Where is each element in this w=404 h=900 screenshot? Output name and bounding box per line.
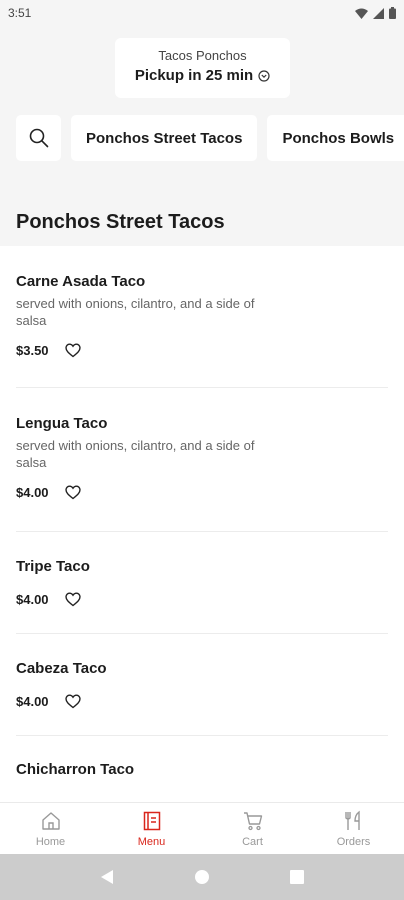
item-footer: $4.00 [16, 592, 388, 607]
heart-icon[interactable] [64, 343, 81, 358]
item-name: Chicharron Taco [16, 761, 135, 778]
item-name: Cabeza Taco [16, 660, 107, 677]
search-button[interactable] [16, 115, 61, 161]
nav-label-cart: Cart [242, 836, 263, 848]
nav-item-orders[interactable]: Orders [303, 803, 404, 854]
menu-item[interactable]: Lengua Taco served with onions, cilantro… [16, 388, 388, 532]
item-description: served with onions, cilantro, and a side… [16, 296, 255, 328]
item-description: served with onions, cilantro, and a side… [16, 438, 255, 470]
status-bar: 3:51 [0, 0, 404, 26]
search-icon [29, 128, 48, 148]
menu-icon [143, 811, 160, 831]
item-price: $3.50 [16, 343, 49, 358]
nav-label-menu: Menu [137, 836, 166, 848]
item-name: Lengua Taco [16, 415, 108, 432]
menu-item[interactable]: Tripe Taco $4.00 [16, 532, 388, 634]
chevron-down-icon [258, 69, 270, 82]
nav-item-home[interactable]: Home [0, 803, 101, 854]
nav-item-cart[interactable]: Cart [202, 803, 303, 854]
back-icon[interactable] [100, 869, 114, 885]
item-name: Tripe Taco [16, 558, 90, 575]
heart-icon[interactable] [64, 694, 81, 709]
home-icon [41, 812, 60, 830]
wifi-icon [355, 8, 368, 19]
item-footer: $3.50 [16, 343, 388, 358]
nav-label-orders: Orders [336, 836, 371, 848]
orders-icon [344, 810, 360, 830]
bottom-nav: Home Menu Cart Orders [0, 802, 404, 854]
store-name: Tacos Ponchos [158, 48, 247, 63]
recents-icon[interactable] [290, 870, 304, 884]
category-bar: Ponchos Street Tacos Ponchos Bowls [16, 115, 404, 161]
category-chip-street-tacos[interactable]: Ponchos Street Tacos [71, 115, 258, 161]
item-footer: $4.00 [16, 485, 388, 500]
heart-icon[interactable] [64, 592, 81, 607]
menu-list: Carne Asada Taco served with onions, cil… [0, 246, 404, 802]
nav-label-home: Home [35, 836, 66, 848]
menu-item[interactable]: Cabeza Taco $4.00 [16, 634, 388, 736]
category-chip-bowls[interactable]: Ponchos Bowls [267, 115, 404, 161]
menu-item[interactable]: Chicharron Taco [16, 736, 388, 802]
item-price: $4.00 [16, 592, 49, 607]
pickup-label: Pickup in 25 min [134, 67, 254, 84]
menu-item[interactable]: Carne Asada Taco served with onions, cil… [16, 246, 388, 388]
pickup-card[interactable]: Tacos Ponchos Pickup in 25 min [115, 38, 290, 98]
heart-icon[interactable] [64, 485, 81, 500]
item-footer: $4.00 [16, 694, 388, 709]
signal-icon [373, 7, 384, 19]
nav-item-menu[interactable]: Menu [101, 803, 202, 854]
item-name: Carne Asada Taco [16, 273, 146, 290]
pickup-time: Pickup in 25 min [115, 67, 290, 84]
system-nav-bar [0, 854, 404, 900]
home-circle-icon[interactable] [194, 869, 210, 885]
battery-icon [389, 7, 396, 19]
status-time: 3:51 [8, 6, 32, 20]
status-icons [355, 7, 396, 19]
item-price: $4.00 [16, 485, 49, 500]
cart-icon [243, 812, 262, 831]
section-title: Ponchos Street Tacos [16, 211, 225, 233]
item-price: $4.00 [16, 694, 49, 709]
